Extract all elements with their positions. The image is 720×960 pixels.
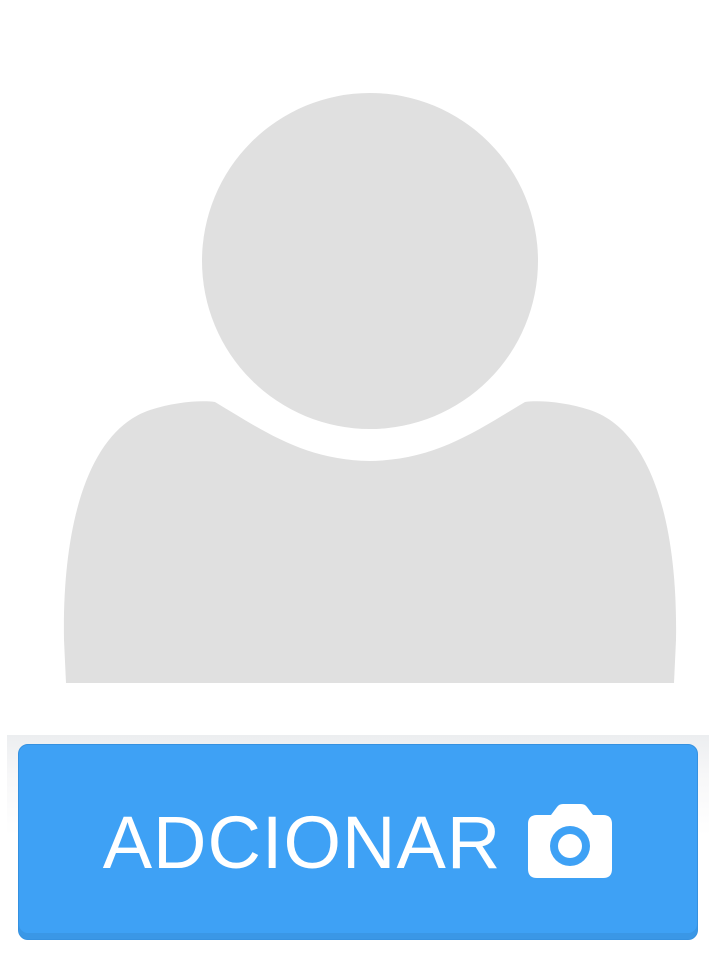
user-placeholder-icon [63, 93, 677, 683]
add-photo-button[interactable]: ADCIONAR [18, 744, 698, 940]
add-photo-label: ADCIONAR [102, 801, 502, 884]
camera-icon [528, 804, 613, 878]
profile-photo-page: ADCIONAR [0, 0, 720, 960]
avatar-head [202, 93, 538, 429]
avatar-body [63, 401, 677, 683]
